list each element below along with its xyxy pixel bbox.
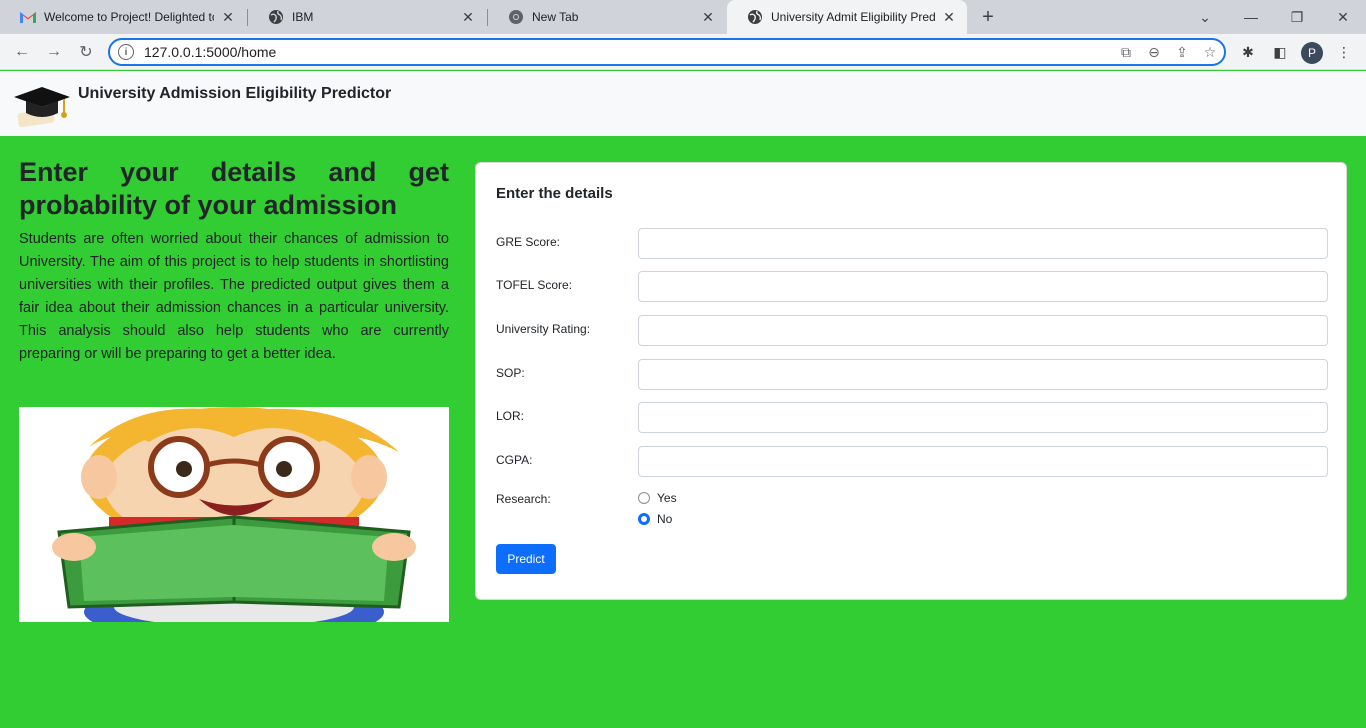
globe-icon bbox=[268, 9, 284, 25]
form-row-sop: SOP: bbox=[496, 359, 1328, 390]
hero-title: Enter your details and get probability o… bbox=[19, 157, 449, 220]
close-tab-icon[interactable]: ✕ bbox=[941, 9, 957, 25]
gre-score-input[interactable] bbox=[638, 228, 1328, 259]
lor-label: LOR: bbox=[496, 409, 525, 423]
research-yes-label: Yes bbox=[657, 491, 677, 505]
profile-avatar[interactable]: P bbox=[1301, 42, 1323, 64]
restore-icon[interactable]: ❐ bbox=[1274, 0, 1320, 34]
tab-strip: Welcome to Project! Delighted to ✕ IBM ✕… bbox=[0, 0, 1366, 34]
form-title: Enter the details bbox=[496, 185, 613, 202]
tab-title: Welcome to Project! Delighted to bbox=[44, 10, 214, 24]
bookmark-star-icon[interactable]: ☆ bbox=[1196, 40, 1224, 64]
minimize-icon[interactable]: — bbox=[1228, 0, 1274, 34]
form-row-tofel: TOFEL Score: bbox=[496, 271, 1328, 302]
cgpa-input[interactable] bbox=[638, 446, 1328, 477]
lor-input[interactable] bbox=[638, 402, 1328, 433]
form-row-lor: LOR: bbox=[496, 402, 1328, 433]
details-form-card: Enter the details GRE Score: TOFEL Score… bbox=[475, 162, 1347, 600]
sop-input[interactable] bbox=[638, 359, 1328, 390]
sop-label: SOP: bbox=[496, 366, 525, 380]
university-rating-input[interactable] bbox=[638, 315, 1328, 346]
extensions-icon[interactable]: ✱ bbox=[1236, 40, 1260, 64]
close-window-icon[interactable]: ✕ bbox=[1320, 0, 1366, 34]
tofel-score-input[interactable] bbox=[638, 271, 1328, 302]
form-row-gre: GRE Score: bbox=[496, 228, 1328, 259]
gre-score-label: GRE Score: bbox=[496, 235, 561, 249]
research-yes-radio[interactable]: Yes bbox=[638, 491, 677, 505]
close-tab-icon[interactable]: ✕ bbox=[700, 9, 716, 25]
form-row-cgpa: CGPA: bbox=[496, 446, 1328, 477]
radio-unchecked-icon[interactable] bbox=[638, 492, 650, 504]
zoom-icon[interactable]: ⊖ bbox=[1140, 40, 1168, 64]
site-info-icon[interactable]: i bbox=[118, 44, 134, 60]
url-text: 127.0.0.1:5000/home bbox=[144, 44, 277, 60]
form-row-rating: University Rating: bbox=[496, 315, 1328, 346]
navbar: University Admission Eligibility Predict… bbox=[0, 71, 1366, 136]
tofel-score-label: TOFEL Score: bbox=[496, 278, 573, 292]
menu-icon[interactable]: ⋮ bbox=[1332, 40, 1356, 64]
research-label: Research: bbox=[496, 492, 551, 506]
back-icon[interactable]: ← bbox=[10, 40, 34, 64]
tab-title: New Tab bbox=[532, 10, 579, 24]
research-no-radio[interactable]: No bbox=[638, 512, 672, 526]
tab-search-icon[interactable]: ⌄ bbox=[1182, 0, 1228, 34]
graduation-cap-logo bbox=[10, 81, 74, 129]
predict-button[interactable]: Predict bbox=[496, 544, 556, 574]
tab-title: IBM bbox=[292, 10, 314, 24]
tab-ibm[interactable]: IBM ✕ bbox=[248, 0, 486, 34]
tab-new-tab[interactable]: New Tab ✕ bbox=[488, 0, 726, 34]
gmail-icon bbox=[20, 9, 36, 25]
address-bar[interactable]: i 127.0.0.1:5000/home ⧉ ⊖ ⇪ ☆ bbox=[108, 38, 1226, 66]
share-icon[interactable]: ⇪ bbox=[1168, 40, 1196, 64]
chrome-icon bbox=[508, 9, 524, 25]
close-tab-icon[interactable]: ✕ bbox=[460, 9, 476, 25]
translate-icon[interactable]: ⧉ bbox=[1112, 40, 1140, 64]
hero-description: Students are often worried about their c… bbox=[19, 231, 449, 362]
hero-section: Enter your details and get probability o… bbox=[19, 156, 449, 366]
research-no-label: No bbox=[657, 512, 673, 526]
tab-gmail[interactable]: Welcome to Project! Delighted to ✕ bbox=[0, 0, 246, 34]
globe-icon bbox=[747, 9, 763, 25]
cgpa-label: CGPA: bbox=[496, 453, 533, 467]
radio-checked-icon[interactable] bbox=[638, 513, 650, 525]
brand-title: University Admission Eligibility Predict… bbox=[78, 85, 392, 102]
close-tab-icon[interactable]: ✕ bbox=[220, 9, 236, 25]
student-reading-illustration bbox=[19, 407, 449, 622]
reload-icon[interactable]: ↻ bbox=[74, 40, 98, 64]
side-panel-icon[interactable]: ◧ bbox=[1268, 40, 1292, 64]
tab-active[interactable]: University Admit Eligibility Predic ✕ bbox=[727, 0, 967, 34]
browser-toolbar: ← → ↻ i 127.0.0.1:5000/home ⧉ ⊖ ⇪ ☆ ✱ ◧ … bbox=[0, 34, 1366, 70]
forward-icon[interactable]: → bbox=[42, 40, 66, 64]
new-tab-button[interactable]: + bbox=[976, 5, 1000, 29]
research-group: Research: Yes No bbox=[496, 491, 896, 531]
university-rating-label: University Rating: bbox=[496, 322, 591, 336]
tab-title: University Admit Eligibility Predic bbox=[771, 10, 935, 24]
